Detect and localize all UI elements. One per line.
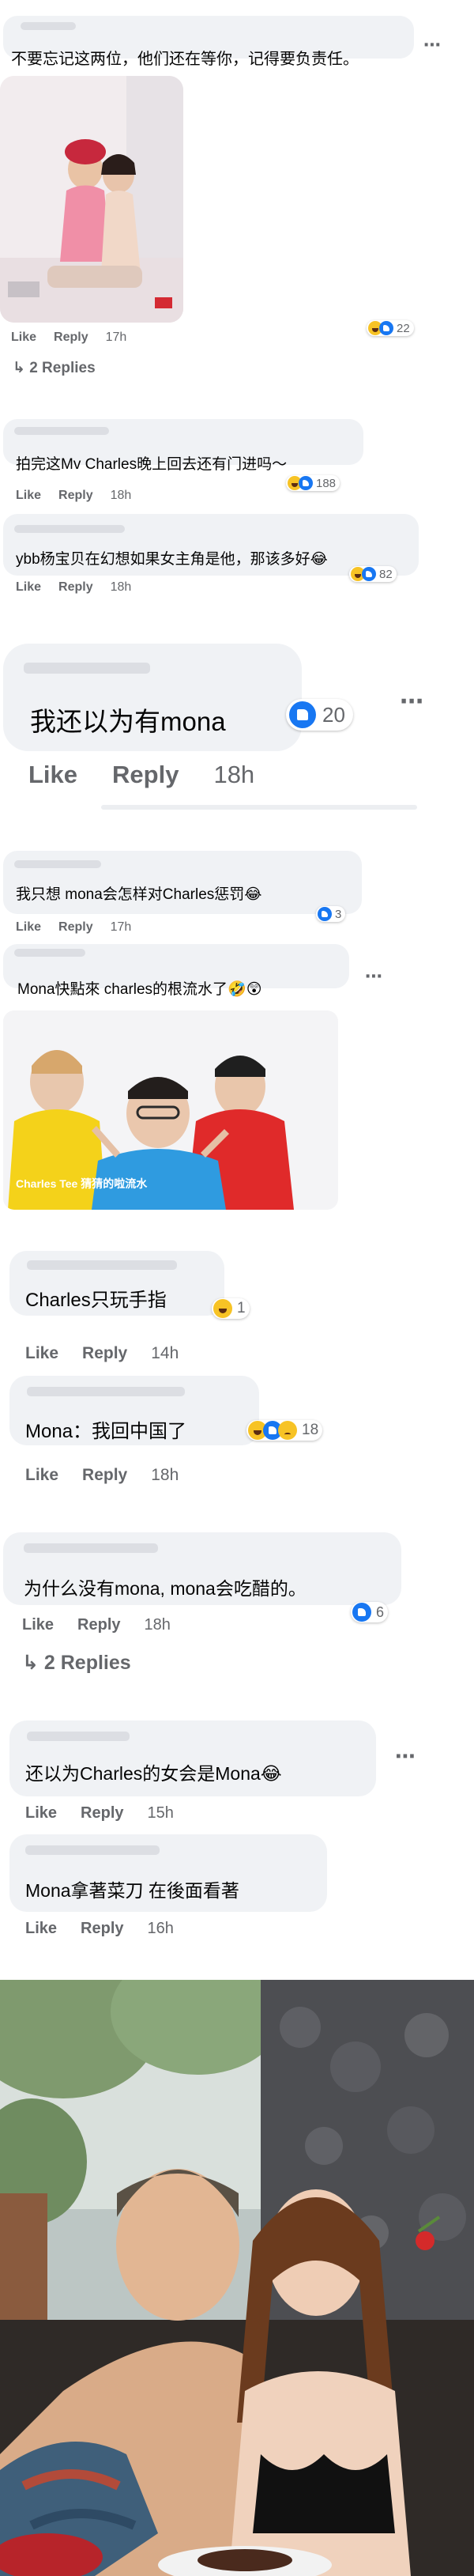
comment-time: 18h (110, 489, 132, 502)
comment-time: 18h (144, 1616, 171, 1634)
like-button[interactable]: Like (25, 1344, 58, 1362)
reaction-count[interactable]: 22 (367, 320, 414, 336)
like-button[interactable]: Like (16, 580, 41, 594)
more-options-icon[interactable]: ⋯ (365, 966, 383, 987)
reply-button[interactable]: Reply (82, 1344, 127, 1362)
comment-actions: Like Reply 14h (25, 1344, 196, 1363)
comment-text: 不要忘记这两位，他们还在等你，记得要负责任。 (11, 51, 359, 68)
comment-actions: Like Reply 18h (22, 1616, 188, 1634)
more-options-icon[interactable]: ⋯ (423, 35, 442, 55)
like-button[interactable]: Like (11, 330, 36, 344)
comment-photo-couple[interactable] (0, 76, 183, 323)
like-reaction-icon (289, 701, 316, 728)
comment-actions: Like Reply 18h (25, 1466, 196, 1485)
author-name-redacted[interactable] (24, 663, 150, 674)
author-name-redacted[interactable] (24, 1543, 158, 1553)
comment-text: 拍完这Mv Charles晚上回去还有门进吗～ (16, 456, 288, 473)
comment-text: ybb杨宝贝在幻想如果女主角是他，那该多好😂 (16, 551, 328, 568)
like-reaction-icon (299, 476, 313, 490)
author-name-redacted[interactable] (14, 525, 125, 533)
reaction-count[interactable]: 82 (349, 566, 397, 582)
reply-arrow-icon: ↳ (13, 360, 25, 376)
sad-reaction-icon (278, 1421, 297, 1440)
comment-time: 18h (151, 1466, 179, 1484)
like-reaction-icon (352, 1603, 371, 1622)
comment-actions: Like Reply 17h (16, 920, 149, 935)
like-button[interactable]: Like (25, 1466, 58, 1484)
reply-arrow-icon: ↳ (22, 1652, 39, 1674)
like-button[interactable]: Like (25, 1920, 57, 1937)
comment-text: 为什么没有mona, mona会吃醋的。 (24, 1578, 307, 1599)
comment-actions: Like Reply 17h (11, 330, 144, 345)
reply-button[interactable]: Reply (54, 330, 88, 344)
view-replies-link[interactable]: ↳ 2 Replies (13, 359, 96, 377)
comment-text: 我只想 mona会怎样对Charles惩罚😂 (16, 886, 262, 903)
like-reaction-icon (318, 907, 332, 921)
comment-text: 还以为Charles的女会是Mona😂 (25, 1763, 282, 1784)
like-button[interactable]: Like (16, 489, 41, 502)
like-button[interactable]: Like (22, 1616, 54, 1634)
reaction-count[interactable]: 6 (351, 1602, 389, 1622)
reaction-count[interactable]: 3 (316, 906, 346, 922)
comment-time: 15h (147, 1804, 174, 1822)
comment-actions: Like Reply 18h (16, 489, 149, 503)
comment-actions: Like Reply 18h (16, 580, 149, 595)
comment-time: 14h (151, 1344, 179, 1362)
like-button[interactable]: Like (16, 920, 41, 934)
author-name-redacted[interactable] (14, 949, 85, 957)
author-name-redacted[interactable] (14, 427, 109, 435)
author-name-redacted[interactable] (21, 22, 76, 30)
image-caption: Charles Tee 猜猜的啦流水 (16, 1177, 148, 1190)
reaction-count[interactable]: 18 (246, 1420, 323, 1441)
more-options-icon[interactable]: ⋯ (400, 688, 424, 716)
comment-actions: Like Reply 18h (28, 761, 272, 789)
reaction-count[interactable]: 1 (212, 1298, 250, 1319)
comment-text: Charles只玩手指 (25, 1290, 167, 1311)
more-options-icon[interactable]: ⋯ (395, 1744, 416, 1769)
comment-time: 18h (213, 761, 255, 788)
author-name-redacted[interactable] (27, 1387, 185, 1396)
comment-actions: Like Reply 15h (25, 1804, 191, 1822)
comment-actions: Like Reply 16h (25, 1920, 191, 1938)
reply-button[interactable]: Reply (82, 1466, 127, 1484)
comment-time: 18h (110, 580, 132, 594)
couple-photo (0, 1980, 474, 2576)
comment-time: 17h (105, 330, 127, 344)
reaction-count[interactable]: 188 (286, 475, 340, 491)
view-replies-link[interactable]: ↳ 2 Replies (22, 1651, 131, 1675)
reply-button[interactable]: Reply (81, 1920, 123, 1937)
reaction-count[interactable]: 20 (286, 699, 353, 731)
author-name-redacted[interactable] (14, 860, 101, 868)
comment-text: Mona拿著菜刀 在後面看著 (25, 1880, 239, 1901)
reply-button[interactable]: Reply (58, 580, 93, 594)
comment-time: 17h (110, 920, 132, 934)
reply-button[interactable]: Reply (112, 761, 179, 788)
reply-button[interactable]: Reply (58, 489, 93, 502)
comment-text: Mona快點來 charles的根流水了🤣😲 (17, 981, 262, 998)
comment-text: 我还以为有mona (30, 707, 226, 736)
reply-button[interactable]: Reply (81, 1804, 123, 1822)
author-name-redacted[interactable] (27, 1732, 130, 1741)
reply-button[interactable]: Reply (77, 1616, 120, 1634)
author-name-redacted[interactable] (27, 1260, 177, 1270)
like-reaction-icon (379, 321, 393, 335)
like-button[interactable]: Like (28, 761, 77, 788)
divider (101, 805, 417, 810)
haha-reaction-icon (213, 1299, 232, 1318)
like-reaction-icon (362, 567, 376, 581)
reply-button[interactable]: Reply (58, 920, 93, 934)
like-button[interactable]: Like (25, 1804, 57, 1822)
comment-photo-three-men[interactable]: Charles Tee 猜猜的啦流水 (3, 1010, 338, 1210)
author-name-redacted[interactable] (25, 1845, 160, 1855)
comment-time: 16h (147, 1920, 174, 1937)
comment-text: Mona：我回中国了 (25, 1421, 187, 1442)
